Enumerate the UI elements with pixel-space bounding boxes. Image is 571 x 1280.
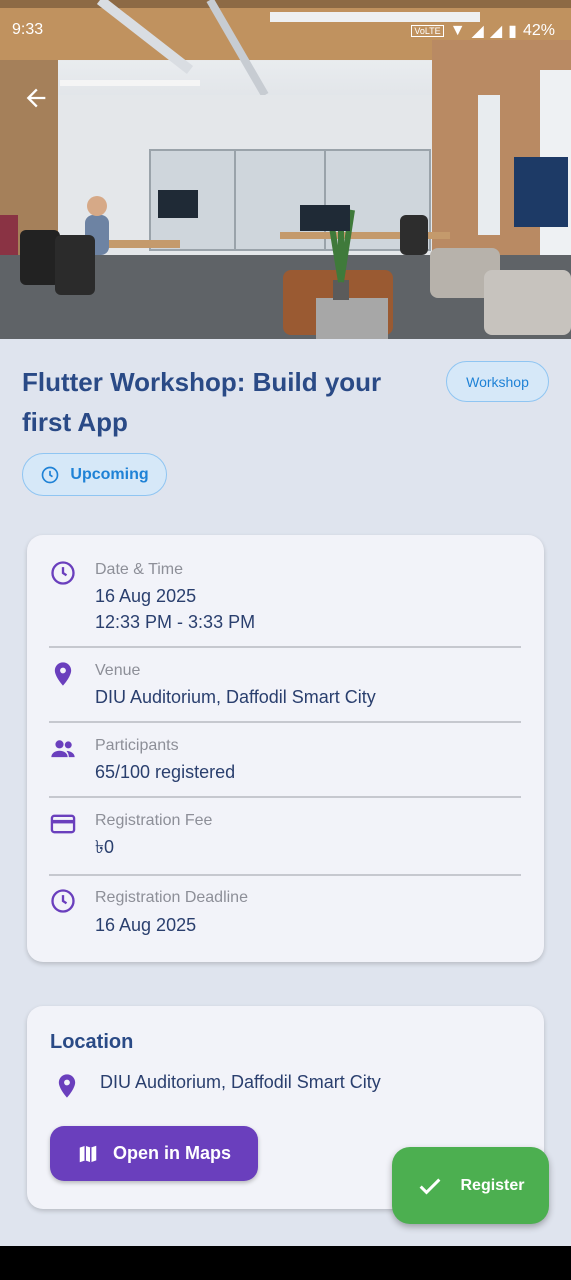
- participants-label: Participants: [95, 737, 179, 754]
- deadline-value: 16 Aug 2025: [95, 915, 197, 935]
- deadline-label: Registration Deadline: [95, 889, 248, 906]
- battery-percent: 42%: [522, 22, 555, 39]
- open-in-maps-label: Open in Maps: [112, 1143, 231, 1163]
- clock-icon: [51, 561, 75, 585]
- divider: [49, 721, 521, 723]
- register-label: Register: [460, 1176, 525, 1194]
- event-cover-image: 9:33 VoLTE ▼ ◢ ◢ ▮ 42%: [0, 0, 571, 339]
- register-button[interactable]: Register: [392, 1147, 549, 1224]
- back-arrow-icon[interactable]: [22, 84, 56, 118]
- signal-icon-2: ◢: [489, 23, 503, 40]
- people-icon: [51, 740, 75, 758]
- signal-icon: ◢: [471, 23, 484, 40]
- divider: [49, 646, 521, 648]
- status-bar: 9:33 VoLTE ▼ ◢ ◢ ▮ 42%: [0, 0, 571, 62]
- event-title: Flutter Workshop: Build your first App: [22, 367, 382, 437]
- status-chip: Upcoming: [22, 453, 167, 496]
- location-title: Location: [50, 1031, 134, 1053]
- system-navigation-bar: [0, 1246, 571, 1280]
- status-chip-label: Upcoming: [70, 465, 149, 483]
- event-time: 12:33 PM - 3:33 PM: [95, 612, 256, 632]
- open-in-maps-button[interactable]: Open in Maps: [50, 1126, 258, 1181]
- location-pin-icon: [58, 1074, 76, 1098]
- map-icon: [79, 1145, 97, 1162]
- event-date: 16 Aug 2025: [95, 586, 197, 606]
- date-time-label: Date & Time: [95, 561, 184, 578]
- participants-value: 65/100 registered: [95, 762, 236, 782]
- category-chip: Workshop: [446, 361, 549, 402]
- event-details-card: Date & Time 16 Aug 2025 12:33 PM - 3:33 …: [27, 535, 544, 962]
- venue-label: Venue: [95, 662, 141, 679]
- wifi-icon: ▼: [449, 22, 466, 39]
- clock-icon: [42, 466, 59, 483]
- location-address: DIU Auditorium, Daffodil Smart City: [100, 1072, 381, 1092]
- divider: [49, 796, 521, 798]
- fee-label: Registration Fee: [95, 812, 213, 829]
- clock-icon: [51, 889, 75, 913]
- fee-value: ৳0: [95, 837, 114, 857]
- status-time: 9:33: [12, 21, 44, 38]
- venue-value: DIU Auditorium, Daffodil Smart City: [95, 687, 376, 707]
- status-icons: VoLTE ▼ ◢ ◢ ▮ 42%: [411, 21, 555, 41]
- battery-icon: ▮: [508, 23, 517, 40]
- location-pin-icon: [54, 662, 72, 686]
- check-icon: [420, 1178, 441, 1195]
- credit-card-icon: [50, 814, 76, 834]
- divider: [49, 874, 521, 876]
- network-label: VoLTE: [411, 25, 444, 37]
